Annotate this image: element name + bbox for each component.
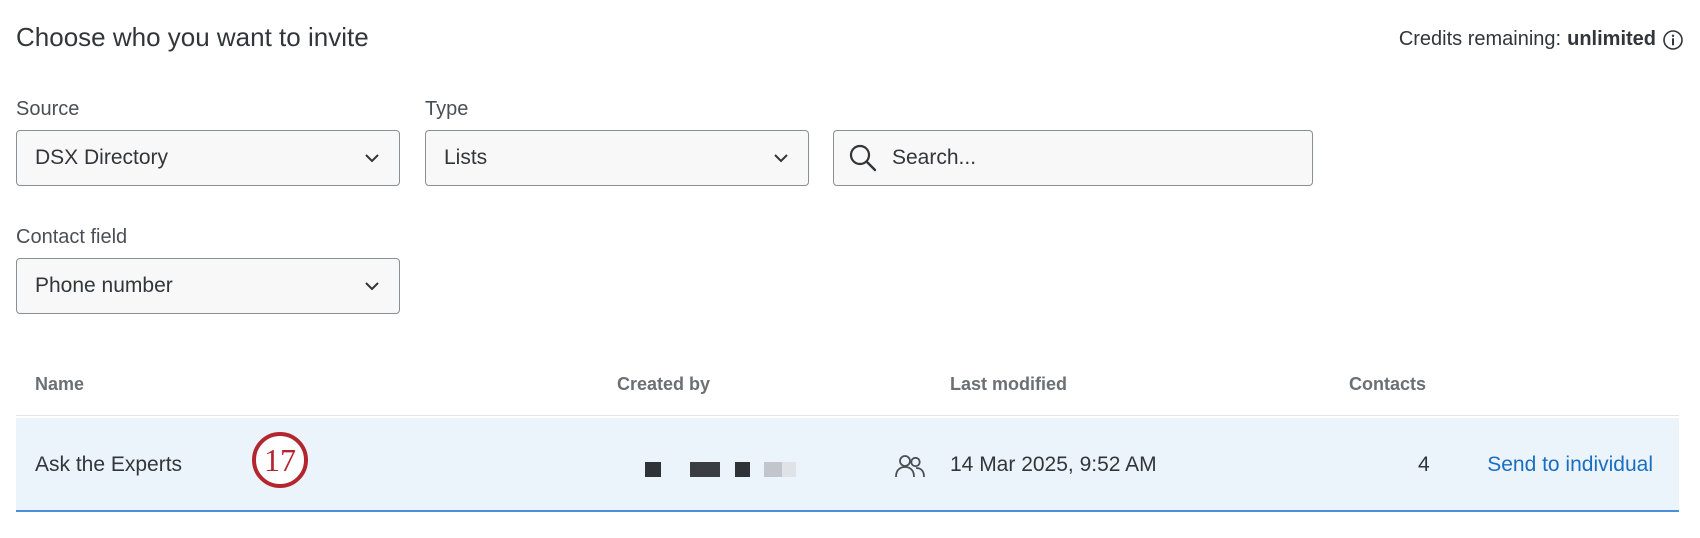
credits-value: unlimited (1567, 28, 1656, 50)
search-icon (849, 144, 877, 172)
column-header-contacts[interactable]: Contacts (1349, 374, 1426, 395)
chevron-down-icon (365, 154, 379, 163)
people-icon (895, 455, 925, 478)
row-last-modified: 14 Mar 2025, 9:52 AM (950, 453, 1157, 476)
column-header-name[interactable]: Name (35, 374, 84, 395)
type-label: Type (425, 98, 469, 120)
source-value: DSX Directory (35, 146, 169, 169)
credits-label: Credits remaining: (1398, 28, 1562, 50)
contact-field-value: Phone number (35, 274, 173, 297)
search-box[interactable] (833, 130, 1313, 186)
info-icon[interactable] (1662, 29, 1684, 51)
chevron-down-icon (365, 282, 379, 291)
table-row[interactable]: Ask the Experts 17 14 Mar 2025, 9:52 AM … (16, 418, 1679, 512)
contact-field-select[interactable]: Phone number (16, 258, 400, 314)
page-title: Choose who you want to invite (16, 22, 369, 52)
step-number-badge: 17 (252, 432, 308, 488)
contact-field-label: Contact field (16, 226, 128, 248)
column-header-created-by[interactable]: Created by (617, 374, 710, 395)
row-contacts-count: 4 (1418, 453, 1430, 476)
row-name[interactable]: Ask the Experts (35, 453, 182, 477)
type-select[interactable]: Lists (425, 130, 809, 186)
type-value: Lists (444, 146, 488, 169)
search-input[interactable] (890, 145, 1298, 171)
credits-remaining: Credits remaining: unlimited (1399, 28, 1684, 51)
header-divider (16, 415, 1679, 416)
send-to-individual-link[interactable]: Send to individual (1487, 453, 1653, 477)
chevron-down-icon (774, 154, 788, 163)
source-label: Source (16, 98, 80, 120)
source-select[interactable]: DSX Directory (16, 130, 400, 186)
column-header-last-modified[interactable]: Last modified (950, 374, 1067, 395)
